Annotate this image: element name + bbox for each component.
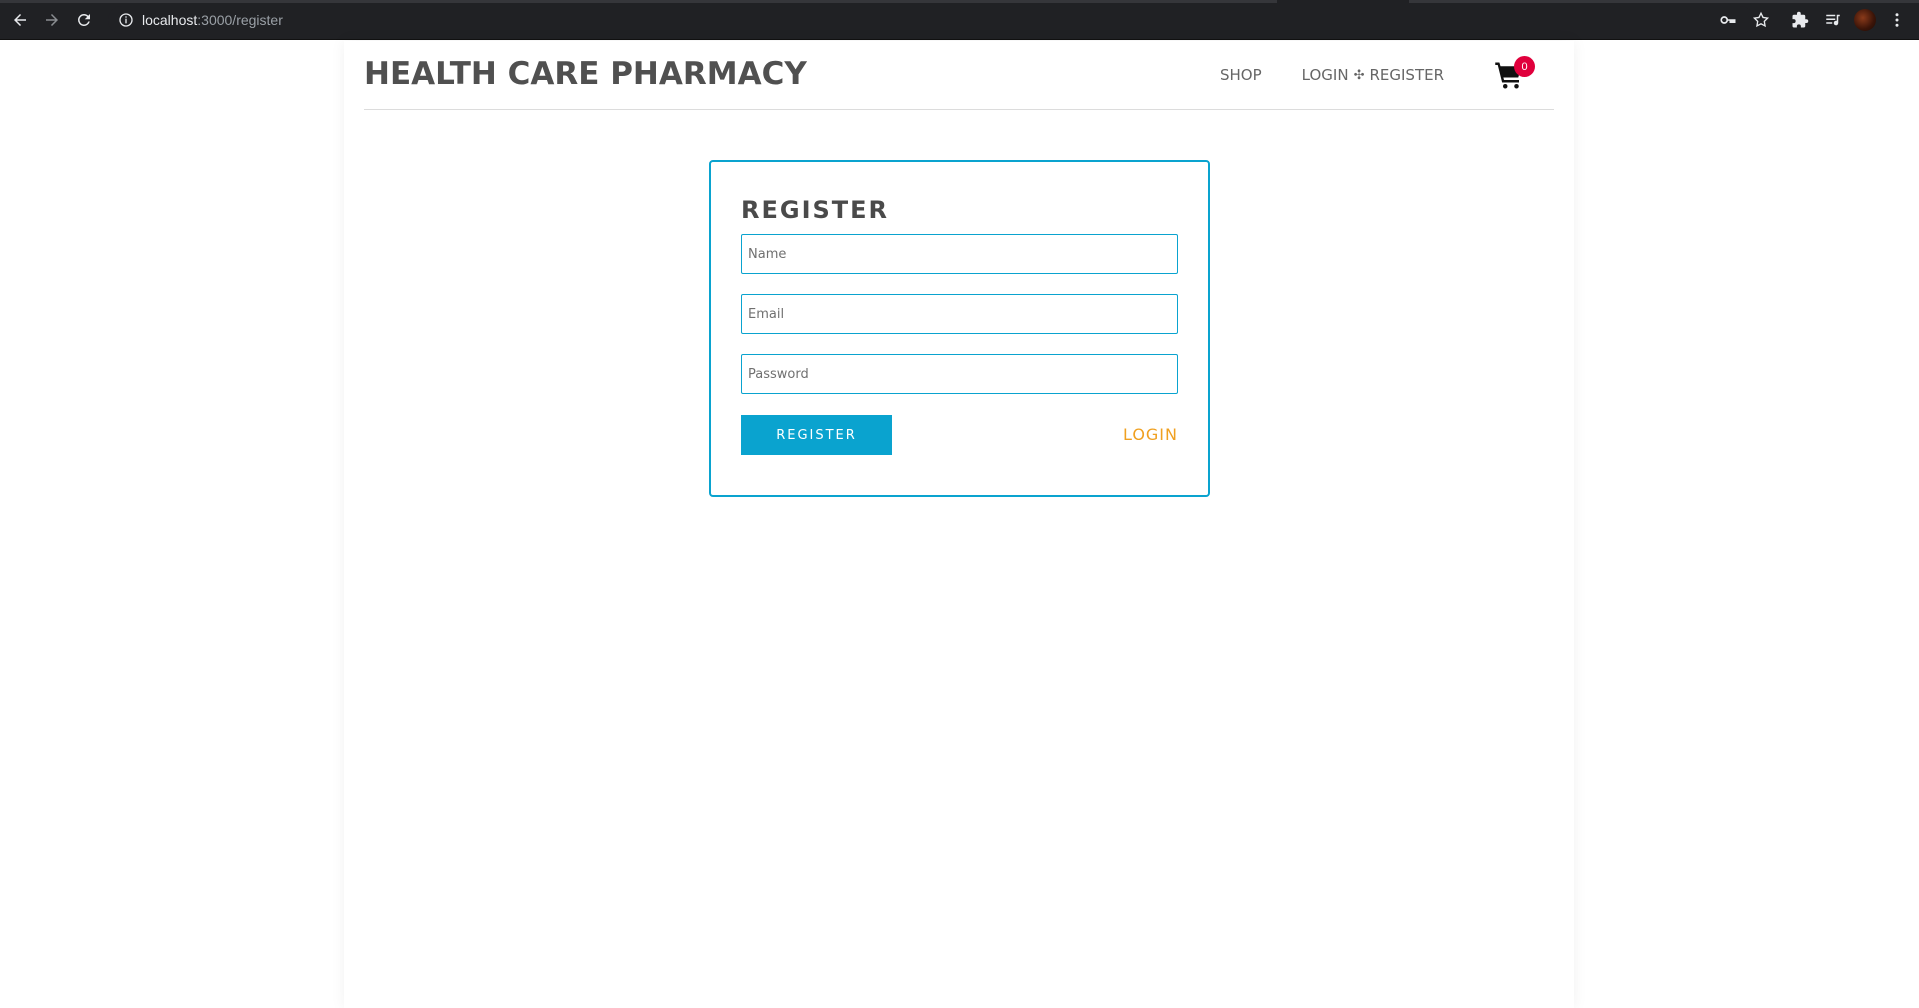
info-icon[interactable]: [118, 12, 134, 28]
nav-separator: ✣: [1353, 67, 1365, 83]
nav-login-link[interactable]: LOGIN: [1302, 66, 1349, 84]
register-title: REGISTER: [741, 196, 890, 224]
avatar: [1854, 9, 1876, 31]
url-text: localhost:3000/register: [142, 12, 283, 28]
content-container: HEALTH CARE PHARMACY SHOP LOGIN ✣ REGIST…: [344, 41, 1574, 1008]
email-input[interactable]: [741, 294, 1178, 334]
bookmark-button[interactable]: [1749, 8, 1773, 32]
back-button[interactable]: [8, 8, 32, 32]
cart-button[interactable]: 0: [1494, 56, 1535, 92]
nav-register-link[interactable]: REGISTER: [1369, 66, 1444, 84]
puzzle-icon: [1792, 11, 1809, 28]
kebab-menu-icon: [1895, 13, 1899, 27]
register-card: REGISTER REGISTER LOGIN: [709, 160, 1210, 497]
profile-button[interactable]: [1853, 8, 1877, 32]
login-link[interactable]: LOGIN: [1123, 425, 1178, 444]
nav-shop-link[interactable]: SHOP: [1220, 66, 1262, 84]
tab-strip: [0, 0, 1919, 3]
brand-logo[interactable]: HEALTH CARE PHARMACY: [364, 56, 807, 92]
arrow-left-icon: [14, 14, 26, 26]
playlist-icon: [1826, 14, 1840, 26]
name-input[interactable]: [741, 234, 1178, 274]
address-bar[interactable]: localhost:3000/register: [108, 6, 1754, 34]
cart-count-badge: 0: [1514, 56, 1535, 77]
page: HEALTH CARE PHARMACY SHOP LOGIN ✣ REGIST…: [0, 41, 1919, 1008]
key-icon: [1720, 16, 1736, 24]
register-submit-button[interactable]: REGISTER: [741, 415, 892, 455]
reload-icon: [78, 13, 90, 26]
main-nav: SHOP LOGIN ✣ REGISTER: [1220, 66, 1444, 84]
extensions-button[interactable]: [1788, 8, 1812, 32]
password-input[interactable]: [741, 354, 1178, 394]
reload-button[interactable]: [72, 8, 96, 32]
media-control-button[interactable]: [1821, 8, 1845, 32]
arrow-right-icon: [46, 14, 58, 26]
browser-menu-button[interactable]: [1885, 8, 1909, 32]
star-icon: [1752, 11, 1770, 28]
password-key-button[interactable]: [1716, 8, 1740, 32]
site-header: HEALTH CARE PHARMACY SHOP LOGIN ✣ REGIST…: [364, 41, 1554, 110]
forward-button[interactable]: [40, 8, 64, 32]
browser-toolbar: localhost:3000/register: [0, 0, 1919, 40]
